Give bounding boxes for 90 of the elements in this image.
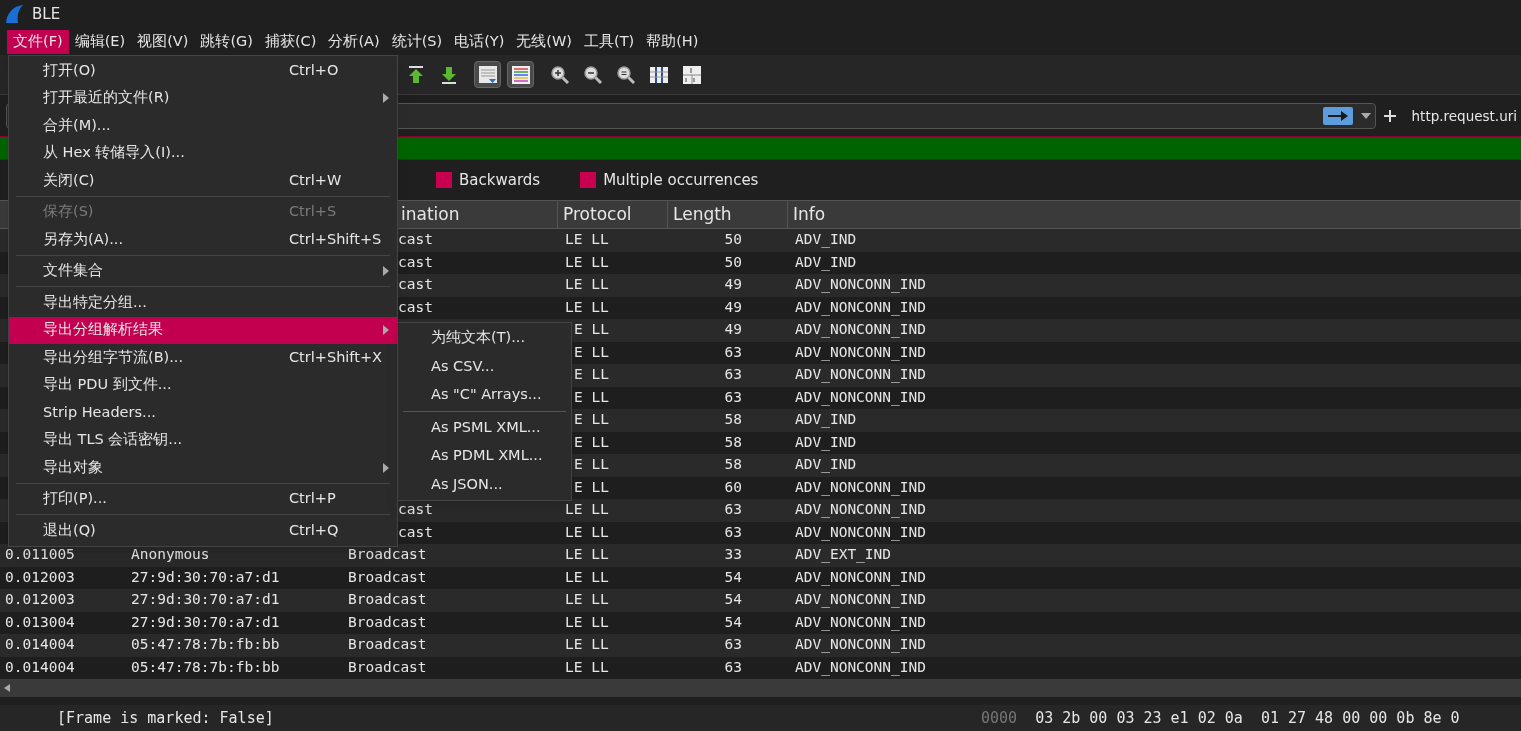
table-cell: E LL (574, 456, 609, 473)
table-cell: ADV_IND (795, 411, 857, 428)
table-cell: 63 (724, 366, 742, 383)
table-cell: 63 (724, 523, 742, 540)
table-cell: 54 (724, 568, 742, 585)
legend-label: Backwards (459, 169, 541, 191)
table-cell: ADV_NONCONN_IND (795, 388, 926, 405)
table-cell: cast (398, 523, 433, 540)
table-cell: Broadcast (348, 658, 427, 675)
table-cell: ADV_NONCONN_IND (795, 366, 926, 383)
table-cell: E LL (574, 321, 609, 338)
table-cell: LE LL (565, 568, 609, 585)
table-cell: 49 (724, 298, 742, 315)
legend-label: Multiple occurrences (603, 169, 759, 191)
table-cell: Broadcast (348, 613, 427, 630)
table-cell: 63 (724, 343, 742, 360)
table-cell: 05:47:78:7b:fb:bb (131, 658, 280, 675)
table-cell: E LL (574, 343, 609, 360)
table-cell: LE LL (565, 231, 609, 248)
table-cell: cast (398, 501, 433, 518)
window-title: BLE (32, 3, 61, 25)
table-cell: 54 (724, 591, 742, 608)
table-cell: ADV_NONCONN_IND (795, 523, 926, 540)
table-cell: E LL (574, 433, 609, 450)
table-cell: Broadcast (348, 636, 427, 653)
table-cell: 58 (724, 456, 742, 473)
table-cell: cast (398, 253, 433, 270)
table-cell: LE LL (565, 298, 609, 315)
hex-bytes: 03 2b 00 03 23 e1 02 0a 01 27 48 00 00 0b 8e 0 (1035, 707, 1460, 729)
table-cell: 58 (724, 411, 742, 428)
table-cell: ADV_EXT_IND (795, 546, 892, 563)
table-cell: cast (398, 231, 433, 248)
table-cell: LE LL (565, 276, 609, 293)
table-cell: ADV_IND (795, 456, 857, 473)
table-cell: ADV_NONCONN_IND (795, 658, 926, 675)
table-cell: 0.012003 (5, 591, 75, 608)
table-cell: ADV_NONCONN_IND (795, 276, 926, 293)
table-cell: LE LL (565, 501, 609, 518)
table-cell: ADV_NONCONN_IND (795, 501, 926, 518)
table-cell: Broadcast (348, 591, 427, 608)
table-cell: ADV_NONCONN_IND (795, 298, 926, 315)
table-cell: 0.013004 (5, 613, 75, 630)
table-cell: ADV_NONCONN_IND (795, 636, 926, 653)
table-cell: Broadcast (348, 568, 427, 585)
table-cell: 60 (724, 478, 742, 495)
table-cell: E LL (574, 366, 609, 383)
table-cell: ADV_IND (795, 433, 857, 450)
table-cell: E LL (574, 388, 609, 405)
table-cell: 49 (724, 321, 742, 338)
table-cell: 27:9d:30:70:a7:d1 (131, 591, 280, 608)
status-text: [Frame is marked: False] (56, 707, 275, 729)
table-cell: 49 (724, 276, 742, 293)
table-cell: 05:47:78:7b:fb:bb (131, 636, 280, 653)
table-cell: Anonymous (131, 546, 210, 563)
table-cell: 63 (724, 501, 742, 518)
table-cell: LE LL (565, 591, 609, 608)
table-cell: ADV_NONCONN_IND (795, 613, 926, 630)
table-cell: E LL (574, 478, 609, 495)
table-cell: LE LL (565, 613, 609, 630)
table-cell: ADV_NONCONN_IND (795, 568, 926, 585)
table-cell: ADV_IND (795, 231, 857, 248)
table-cell: 33 (724, 546, 742, 563)
table-cell: 0.012003 (5, 568, 75, 585)
table-cell: 63 (724, 636, 742, 653)
table-cell: LE LL (565, 253, 609, 270)
hex-offset: 0000 (980, 707, 1019, 729)
table-cell: 0.011005 (5, 546, 75, 563)
table-cell: E LL (574, 411, 609, 428)
table-cell: 58 (724, 433, 742, 450)
table-cell: LE LL (565, 523, 609, 540)
table-cell: 54 (724, 613, 742, 630)
table-cell: ADV_NONCONN_IND (795, 321, 926, 338)
table-cell: cast (398, 298, 433, 315)
table-cell: ADV_NONCONN_IND (795, 343, 926, 360)
table-cell: 50 (724, 231, 742, 248)
table-cell: 0.014004 (5, 636, 75, 653)
table-cell: ADV_IND (795, 253, 857, 270)
table-cell: 63 (724, 388, 742, 405)
table-cell: 50 (724, 253, 742, 270)
table-cell: ADV_NONCONN_IND (795, 478, 926, 495)
table-cell: 27:9d:30:70:a7:d1 (131, 613, 280, 630)
table-cell: cast (398, 276, 433, 293)
table-cell: 27:9d:30:70:a7:d1 (131, 568, 280, 585)
table-cell: LE LL (565, 636, 609, 653)
table-cell: Broadcast (348, 546, 427, 563)
table-cell: 63 (724, 658, 742, 675)
table-cell: LE LL (565, 658, 609, 675)
table-cell: 0.014004 (5, 658, 75, 675)
table-cell: ADV_NONCONN_IND (795, 591, 926, 608)
table-cell: LE LL (565, 546, 609, 563)
